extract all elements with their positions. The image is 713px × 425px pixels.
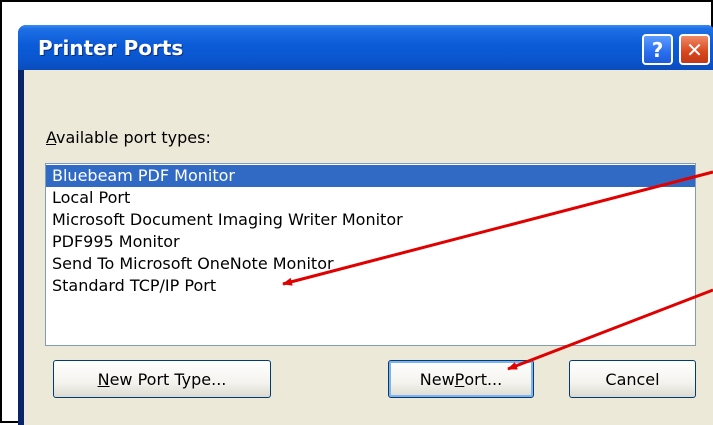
help-icon: ? — [651, 37, 664, 62]
new-port-label-rest: ort... — [464, 369, 503, 389]
port-types-label-mnemonic: A — [46, 128, 57, 147]
printer-ports-dialog: Printer Ports ? ✕ Available port types: … — [18, 25, 713, 425]
port-types-label-text: vailable port types: — [56, 128, 211, 147]
cancel-label: Cancel — [605, 369, 660, 389]
port-types-label: Available port types: — [46, 128, 211, 147]
close-button[interactable]: ✕ — [679, 34, 710, 65]
list-item-bluebeam-pdf-monitor[interactable]: Bluebeam PDF Monitor — [46, 165, 695, 187]
new-port-type-button[interactable]: New Port Type... — [53, 360, 271, 398]
new-port-type-label: ew Port Type... — [109, 369, 227, 389]
title-bar[interactable]: Printer Ports ? ✕ — [18, 25, 713, 70]
list-item-send-to-onenote-monitor[interactable]: Send To Microsoft OneNote Monitor — [46, 253, 695, 275]
screenshot-frame: Printer Ports ? ✕ Available port types: … — [0, 0, 713, 425]
new-port-label-pre: New — [419, 369, 455, 389]
dialog-body: Available port types: Bluebeam PDF Monit… — [24, 70, 713, 425]
new-port-mnemonic: P — [454, 369, 465, 389]
dialog-title: Printer Ports — [38, 36, 184, 60]
port-types-listbox[interactable]: Bluebeam PDF Monitor Local Port Microsof… — [45, 163, 696, 346]
close-icon: ✕ — [686, 37, 703, 62]
list-item-pdf995-monitor[interactable]: PDF995 Monitor — [46, 231, 695, 253]
list-item-microsoft-document-imaging-writer-monitor[interactable]: Microsoft Document Imaging Writer Monito… — [46, 209, 695, 231]
help-button[interactable]: ? — [642, 34, 673, 65]
list-item-local-port[interactable]: Local Port — [46, 187, 695, 209]
new-port-button[interactable]: New Port... — [388, 360, 534, 398]
list-item-standard-tcpip-port[interactable]: Standard TCP/IP Port — [46, 275, 695, 297]
cancel-button[interactable]: Cancel — [569, 360, 696, 398]
new-port-type-mnemonic: N — [97, 369, 110, 389]
